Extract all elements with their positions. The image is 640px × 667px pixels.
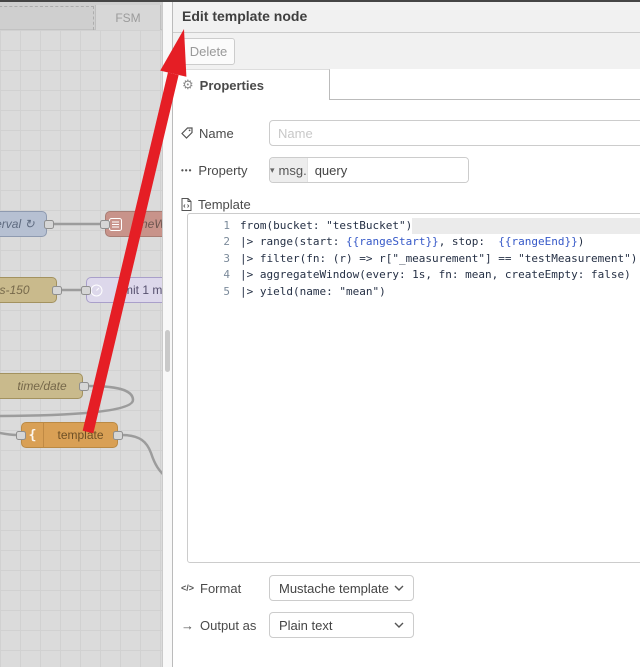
format-select[interactable]: Mustache template — [269, 575, 414, 601]
node-label: time/date — [17, 379, 67, 393]
flow-canvas[interactable]: interval ↻ sineW s-150 limit 1 ms f time… — [0, 0, 162, 667]
window-top-strip — [0, 0, 640, 2]
node-label: sineW — [132, 217, 162, 231]
editor-code[interactable]: from(bucket: "testBucket") |> range(start… — [240, 218, 640, 300]
node-interval[interactable]: interval ↻ — [0, 211, 47, 237]
tray-resize-strip — [162, 0, 172, 667]
code-line[interactable]: |> filter(fn: (r) => r["_measurement"] =… — [240, 251, 640, 267]
tab-properties-label: Properties — [199, 77, 264, 93]
tab-properties[interactable]: ⚙ Properties — [173, 69, 330, 100]
line-number: 3 — [223, 251, 230, 265]
gear-icon: ⚙ — [182, 77, 194, 92]
node-port[interactable] — [81, 286, 91, 295]
property-label: ••• Property — [181, 162, 248, 178]
mustache-token: {{rangeEnd}} — [498, 235, 578, 249]
code-line[interactable]: from(bucket: "testBucket") — [240, 218, 640, 234]
output-label: → Output as — [181, 617, 257, 633]
code-line[interactable]: |> aggregateWindow(every: 1s, fn: mean, … — [240, 267, 640, 283]
node-s150[interactable]: s-150 — [0, 277, 57, 303]
code-text: , stop: — [438, 235, 499, 249]
line-number: 1 — [223, 219, 230, 232]
output-select-value: Plain text — [279, 617, 333, 633]
line-number: 4 — [223, 268, 230, 282]
code-text: ) — [577, 235, 585, 249]
tabrow-border — [330, 99, 640, 100]
line-number: 5 — [223, 284, 230, 298]
node-label: limit 1 ms — [117, 283, 162, 297]
code-text: |> filter(fn: (r) => r["_measurement"] =… — [240, 251, 638, 265]
line-number: 2 — [223, 235, 230, 249]
node-label: s-150 — [0, 283, 30, 297]
node-port[interactable] — [52, 286, 62, 295]
template-label-row: Template — [181, 191, 640, 212]
code-line[interactable]: |> range(start: {{rangeStart}}, stop: {{… — [240, 234, 640, 250]
code-text: |> aggregateWindow(every: 1s, fn: mean, … — [240, 268, 631, 282]
editor-gutter: 1 2 3 4 5 — [188, 218, 230, 300]
arrow-right-icon: → — [181, 617, 194, 633]
caret-down-icon: ▾ — [270, 164, 275, 175]
tray-resize-handle[interactable] — [165, 330, 170, 372]
property-row: ••• Property ▾ msg. — [181, 157, 640, 183]
node-port[interactable] — [16, 431, 26, 440]
node-template[interactable]: { template — [21, 422, 118, 448]
node-sinewave[interactable]: sineW — [105, 211, 162, 237]
delete-button[interactable]: Delete — [182, 38, 235, 65]
property-type-button[interactable]: ▾ msg. — [270, 158, 308, 182]
node-label: template — [57, 428, 104, 442]
format-row: </> Format Mustache template — [181, 575, 640, 601]
node-port[interactable] — [79, 382, 89, 391]
name-input[interactable] — [269, 120, 640, 146]
workspace-tab-fsm[interactable]: FSM — [95, 5, 161, 30]
workspace-tab-partial[interactable] — [0, 6, 94, 30]
code-text: |> range(start: — [240, 235, 346, 249]
chevron-down-icon — [394, 585, 404, 591]
wire[interactable] — [121, 433, 162, 477]
template-code-editor[interactable]: 1 2 3 4 5 from(bucket: "testBucket") |> range… — [187, 213, 640, 563]
code-icon: </> — [181, 583, 195, 593]
format-label: </> Format — [181, 580, 242, 596]
node-label: interval ↻ — [0, 217, 35, 231]
code-line[interactable]: |> yield(name: "mean") — [240, 284, 640, 300]
output-select[interactable]: Plain text — [269, 612, 414, 638]
code-text: |> yield(name: "mean") — [240, 284, 386, 298]
workspace-tabbar: FSM — [0, 0, 162, 30]
node-timedate[interactable]: f time/date — [0, 373, 83, 399]
dialog-toolbar: Delete — [173, 33, 640, 69]
node-port[interactable] — [44, 220, 54, 229]
wire[interactable] — [0, 431, 18, 437]
node-port[interactable] — [113, 431, 123, 440]
dialog-title: Edit template node — [173, 0, 640, 33]
name-row: Name — [181, 120, 640, 146]
file-code-icon — [181, 197, 192, 211]
chevron-down-icon — [394, 622, 404, 628]
dialog-tabrow: ⚙ Properties — [173, 69, 640, 100]
ellipsis-icon: ••• — [181, 165, 193, 175]
code-text: from(bucket: "testBucket") — [240, 219, 413, 232]
edit-template-dialog: Edit template node Delete ⚙ Properties N… — [172, 0, 640, 667]
node-limit[interactable]: limit 1 ms — [86, 277, 162, 303]
property-prefix: msg. — [278, 162, 307, 178]
format-select-value: Mustache template — [279, 580, 389, 596]
output-row: → Output as Plain text — [181, 612, 640, 638]
wires-layer — [0, 222, 162, 477]
tag-icon — [181, 127, 193, 139]
property-input[interactable] — [307, 158, 468, 182]
name-label: Name — [181, 120, 234, 146]
node-port[interactable] — [100, 220, 110, 229]
property-typed-input: ▾ msg. — [269, 157, 469, 183]
mustache-token: {{rangeStart}} — [345, 235, 439, 249]
